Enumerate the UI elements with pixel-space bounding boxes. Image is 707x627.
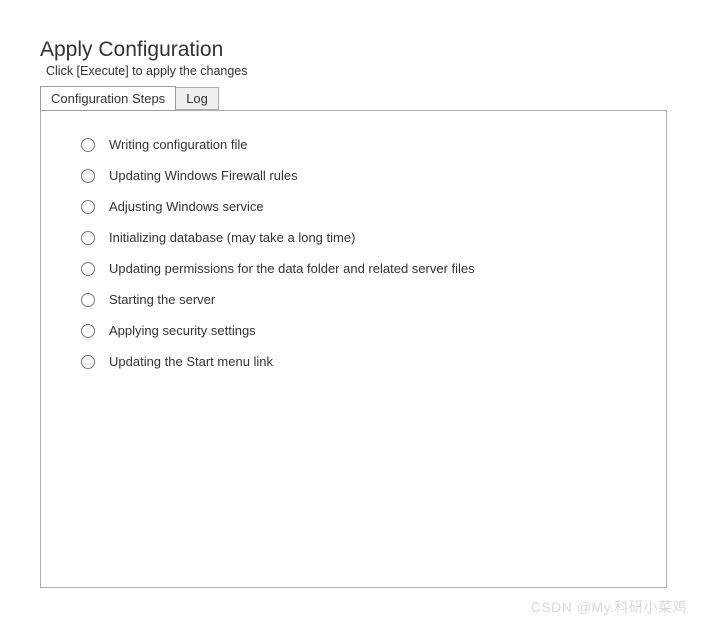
step-label: Updating Windows Firewall rules	[109, 168, 298, 183]
step-item: Updating the Start menu link	[69, 346, 638, 377]
circle-icon	[81, 138, 95, 152]
step-label: Applying security settings	[109, 323, 256, 338]
page-title: Apply Configuration	[40, 38, 667, 62]
step-list: Writing configuration file Updating Wind…	[69, 129, 638, 377]
step-item: Initializing database (may take a long t…	[69, 222, 638, 253]
step-item: Starting the server	[69, 284, 638, 315]
tab-row: Configuration Steps Log	[40, 86, 667, 111]
watermark: CSDN @My.科研小菜鸡	[531, 597, 687, 617]
step-label: Initializing database (may take a long t…	[109, 230, 355, 245]
tab-content: Writing configuration file Updating Wind…	[40, 110, 667, 588]
circle-icon	[81, 262, 95, 276]
step-item: Updating permissions for the data folder…	[69, 253, 638, 284]
circle-icon	[81, 200, 95, 214]
circle-icon	[81, 324, 95, 338]
circle-icon	[81, 355, 95, 369]
step-item: Adjusting Windows service	[69, 191, 638, 222]
tab-log[interactable]: Log	[175, 87, 219, 110]
main-container: Apply Configuration Click [Execute] to a…	[0, 0, 707, 588]
step-label: Updating the Start menu link	[109, 354, 273, 369]
circle-icon	[81, 231, 95, 245]
step-item: Updating Windows Firewall rules	[69, 160, 638, 191]
circle-icon	[81, 293, 95, 307]
step-item: Writing configuration file	[69, 129, 638, 160]
circle-icon	[81, 169, 95, 183]
page-subtitle: Click [Execute] to apply the changes	[40, 64, 667, 78]
step-item: Applying security settings	[69, 315, 638, 346]
tab-configuration-steps[interactable]: Configuration Steps	[40, 86, 176, 111]
step-label: Updating permissions for the data folder…	[109, 261, 475, 276]
step-label: Adjusting Windows service	[109, 199, 264, 214]
step-label: Starting the server	[109, 292, 215, 307]
step-label: Writing configuration file	[109, 137, 248, 152]
